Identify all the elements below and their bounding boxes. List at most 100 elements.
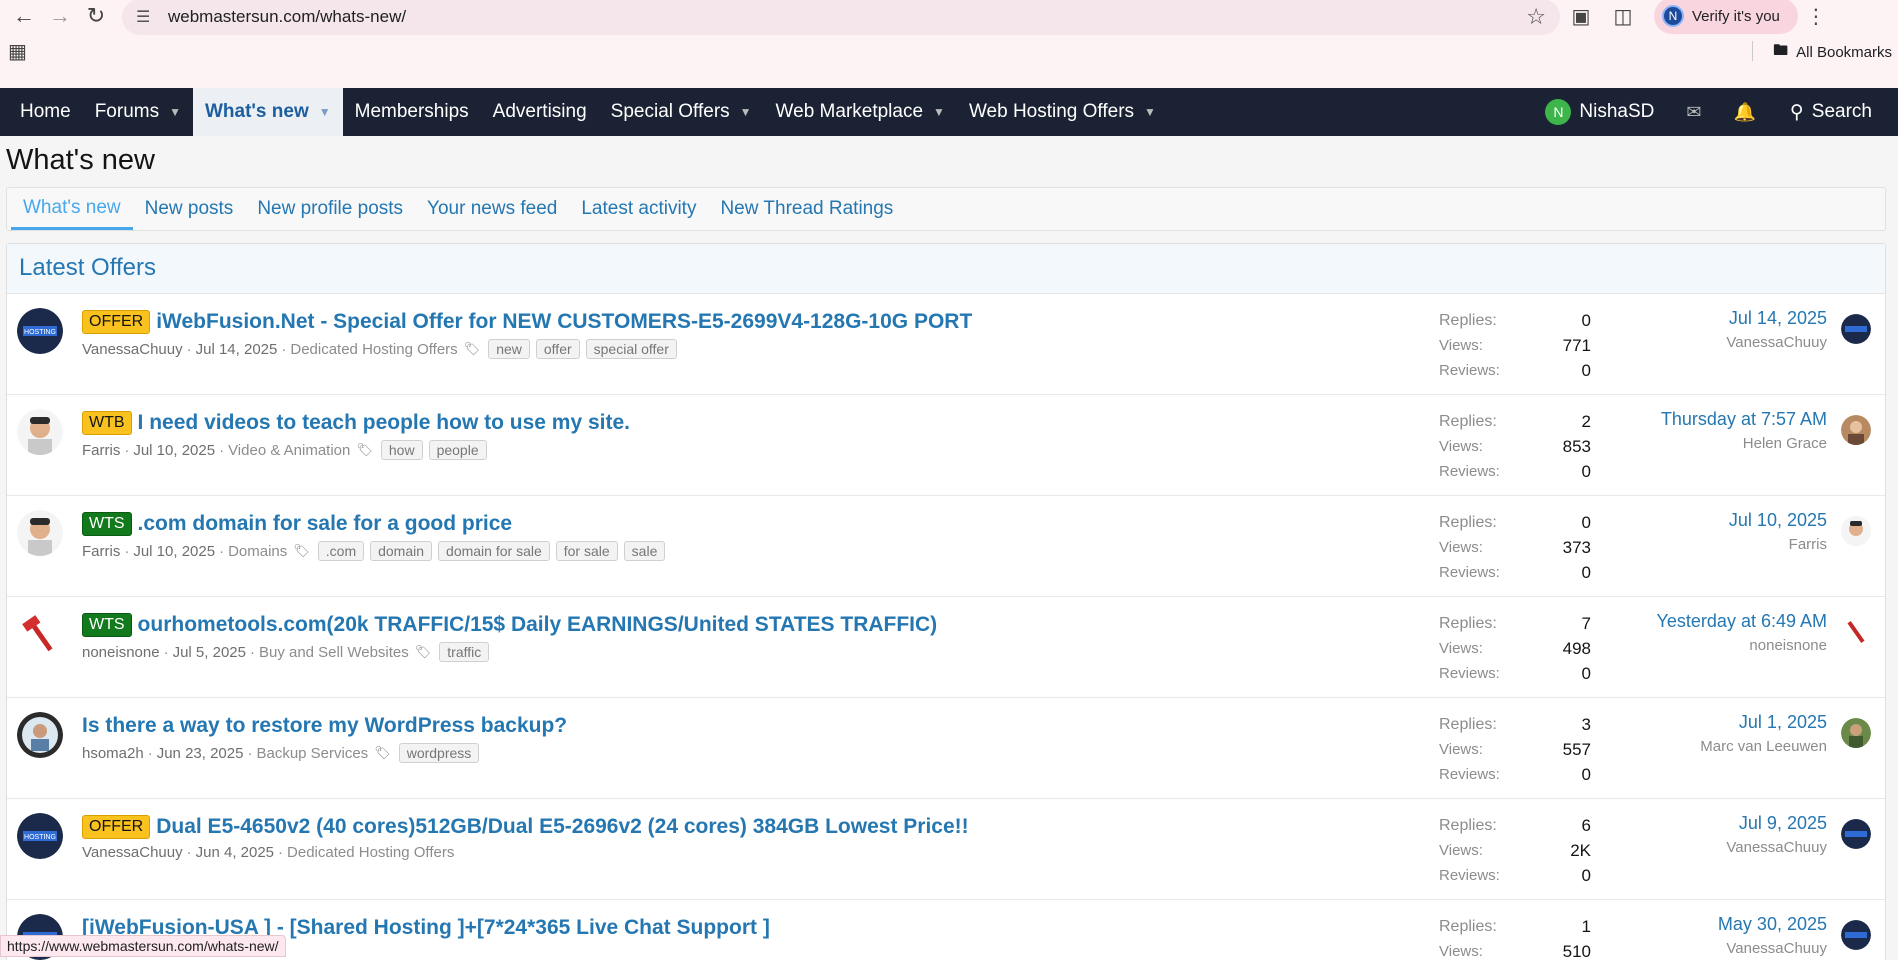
last-post-avatar[interactable] bbox=[1841, 617, 1871, 647]
browser-menu-icon[interactable]: ⋮ bbox=[1806, 4, 1826, 29]
thread-title[interactable]: Is there a way to restore my WordPress b… bbox=[82, 714, 567, 738]
thread-author[interactable]: Farris bbox=[82, 442, 120, 459]
thread-author-avatar[interactable] bbox=[17, 510, 63, 556]
thread-tag[interactable]: .com bbox=[317, 541, 365, 561]
thread-tag[interactable]: traffic bbox=[439, 642, 490, 662]
thread-tag[interactable]: special offer bbox=[585, 339, 677, 359]
thread-row[interactable]: WTS .com domain for sale for a good pric… bbox=[7, 496, 1885, 597]
thread-prefix[interactable]: WTB bbox=[82, 411, 132, 435]
thread-author[interactable]: VanessaChuuy bbox=[82, 341, 183, 358]
nav-web-hosting-offers[interactable]: Web Hosting Offers ▼ bbox=[957, 88, 1168, 136]
thread-forum[interactable]: Buy and Sell Websites bbox=[259, 644, 409, 661]
thread-author-avatar[interactable] bbox=[17, 712, 63, 758]
last-post-user[interactable]: Farris bbox=[1729, 536, 1827, 553]
thread-title[interactable]: .com domain for sale for a good price bbox=[138, 512, 513, 536]
address-bar[interactable]: ☰ webmastersun.com/whats-new/ ☆ bbox=[122, 0, 1560, 35]
thread-tag[interactable]: domain for sale bbox=[438, 541, 550, 561]
tab-new-posts[interactable]: New posts bbox=[133, 188, 246, 230]
last-post-avatar[interactable] bbox=[1841, 819, 1871, 849]
thread-row[interactable]: WTS ourhometools.com(20k TRAFFIC/15$ Dai… bbox=[7, 597, 1885, 698]
tab-whats-new[interactable]: What's new bbox=[11, 188, 133, 230]
thread-author-avatar[interactable] bbox=[17, 409, 63, 455]
nav-special-offers[interactable]: Special Offers ▼ bbox=[599, 88, 764, 136]
bell-icon[interactable]: 🔔 bbox=[1717, 102, 1771, 123]
thread-author-avatar[interactable]: HOSTING bbox=[17, 813, 63, 859]
last-post-date[interactable]: Thursday at 7:57 AM bbox=[1661, 409, 1827, 430]
site-info-icon[interactable]: ☰ bbox=[136, 7, 158, 27]
user-menu[interactable]: N NishaSD bbox=[1529, 99, 1670, 125]
thread-tag[interactable]: wordpress bbox=[398, 743, 480, 763]
search-button[interactable]: ⚲ Search bbox=[1772, 101, 1890, 124]
thread-tag[interactable]: new bbox=[488, 339, 530, 359]
thread-prefix[interactable]: OFFER bbox=[82, 815, 151, 839]
last-post-date[interactable]: Jul 10, 2025 bbox=[1729, 510, 1827, 531]
chevron-down-icon[interactable]: ▼ bbox=[169, 105, 181, 119]
thread-tag[interactable]: sale bbox=[623, 541, 666, 561]
thread-prefix[interactable]: WTS bbox=[82, 512, 132, 536]
nav-web-marketplace[interactable]: Web Marketplace ▼ bbox=[764, 88, 957, 136]
last-post-user[interactable]: VanessaChuuy bbox=[1726, 334, 1827, 351]
chevron-down-icon[interactable]: ▼ bbox=[1144, 105, 1156, 119]
nav-advertising[interactable]: Advertising bbox=[481, 88, 599, 136]
nav-memberships[interactable]: Memberships bbox=[343, 88, 481, 136]
chevron-down-icon[interactable]: ▼ bbox=[740, 105, 752, 119]
thread-row[interactable]: HOSTING OFFER Dual E5-4650v2 (40 cores)5… bbox=[7, 799, 1885, 900]
tab-latest-activity[interactable]: Latest activity bbox=[569, 188, 708, 230]
thread-row[interactable]: HOSTING OFFER iWebFusion.Net - Special O… bbox=[7, 294, 1885, 395]
thread-author[interactable]: noneisnone bbox=[82, 644, 160, 661]
thread-forum[interactable]: Backup Services bbox=[256, 745, 368, 762]
thread-forum[interactable]: Video & Animation bbox=[228, 442, 350, 459]
chevron-down-icon[interactable]: ▼ bbox=[319, 105, 331, 119]
last-post-date[interactable]: Jul 14, 2025 bbox=[1726, 308, 1827, 329]
back-icon[interactable]: ← bbox=[6, 1, 42, 31]
thread-date[interactable]: Jul 10, 2025 bbox=[133, 442, 215, 459]
thread-title[interactable]: ourhometools.com(20k TRAFFIC/15$ Daily E… bbox=[138, 613, 938, 637]
reload-icon[interactable]: ↻ bbox=[78, 1, 114, 31]
forward-icon[interactable]: → bbox=[42, 1, 78, 31]
extensions-icon[interactable]: ◫ bbox=[1602, 1, 1644, 31]
last-post-user[interactable]: Marc van Leeuwen bbox=[1700, 738, 1827, 755]
last-post-date[interactable]: May 30, 2025 bbox=[1718, 914, 1827, 935]
last-post-date[interactable]: Jul 9, 2025 bbox=[1726, 813, 1827, 834]
thread-date[interactable]: Jun 23, 2025 bbox=[157, 745, 244, 762]
last-post-user[interactable]: noneisnone bbox=[1657, 637, 1827, 654]
bookmark-star-icon[interactable]: ☆ bbox=[1526, 4, 1546, 30]
thread-title[interactable]: Dual E5-4650v2 (40 cores)512GB/Dual E5-2… bbox=[156, 815, 968, 839]
all-bookmarks-button[interactable]: 🖿 All Bookmarks bbox=[1773, 40, 1892, 65]
thread-tag[interactable]: how bbox=[380, 440, 423, 460]
thread-date[interactable]: Jul 10, 2025 bbox=[133, 543, 215, 560]
last-post-avatar[interactable] bbox=[1841, 415, 1871, 445]
thread-tag[interactable]: people bbox=[428, 440, 487, 460]
thread-tag[interactable]: offer bbox=[535, 339, 580, 359]
sidepanel-icon[interactable]: ▣ bbox=[1560, 1, 1602, 31]
thread-author[interactable]: Farris bbox=[82, 543, 120, 560]
thread-prefix[interactable]: WTS bbox=[82, 613, 132, 637]
thread-row[interactable]: Is there a way to restore my WordPress b… bbox=[7, 698, 1885, 799]
last-post-avatar[interactable] bbox=[1841, 920, 1871, 950]
thread-forum[interactable]: Dedicated Hosting Offers bbox=[287, 844, 454, 861]
thread-date[interactable]: Jul 5, 2025 bbox=[173, 644, 246, 661]
url-text[interactable]: webmastersun.com/whats-new/ bbox=[168, 7, 1526, 27]
thread-tag[interactable]: for sale bbox=[555, 541, 618, 561]
last-post-avatar[interactable] bbox=[1841, 516, 1871, 546]
last-post-user[interactable]: Helen Grace bbox=[1661, 435, 1827, 452]
thread-title[interactable]: I need videos to teach people how to use… bbox=[138, 411, 630, 435]
chevron-down-icon[interactable]: ▼ bbox=[933, 105, 945, 119]
last-post-avatar[interactable] bbox=[1841, 314, 1871, 344]
profile-button[interactable]: N Verify it's you bbox=[1654, 0, 1798, 34]
nav-home[interactable]: Home bbox=[8, 88, 83, 136]
thread-tag[interactable]: domain bbox=[370, 541, 433, 561]
thread-row[interactable]: [iWebFusion-USA ] - [Shared Hosting ]+[7… bbox=[7, 900, 1885, 960]
thread-author-avatar[interactable] bbox=[17, 611, 63, 657]
thread-author[interactable]: VanessaChuuy bbox=[82, 844, 183, 861]
tab-new-thread-ratings[interactable]: New Thread Ratings bbox=[708, 188, 905, 230]
inbox-icon[interactable]: ✉ bbox=[1670, 102, 1717, 123]
nav-forums[interactable]: Forums ▼ bbox=[83, 88, 193, 136]
last-post-user[interactable]: VanessaChuuy bbox=[1726, 839, 1827, 856]
last-post-user[interactable]: VanessaChuuy bbox=[1718, 940, 1827, 957]
tab-new-profile-posts[interactable]: New profile posts bbox=[245, 188, 415, 230]
apps-grid-icon[interactable]: ▦ bbox=[8, 39, 27, 64]
nav-whats-new[interactable]: What's new ▼ bbox=[192, 88, 343, 136]
thread-author[interactable]: hsoma2h bbox=[82, 745, 144, 762]
last-post-avatar[interactable] bbox=[1841, 718, 1871, 748]
